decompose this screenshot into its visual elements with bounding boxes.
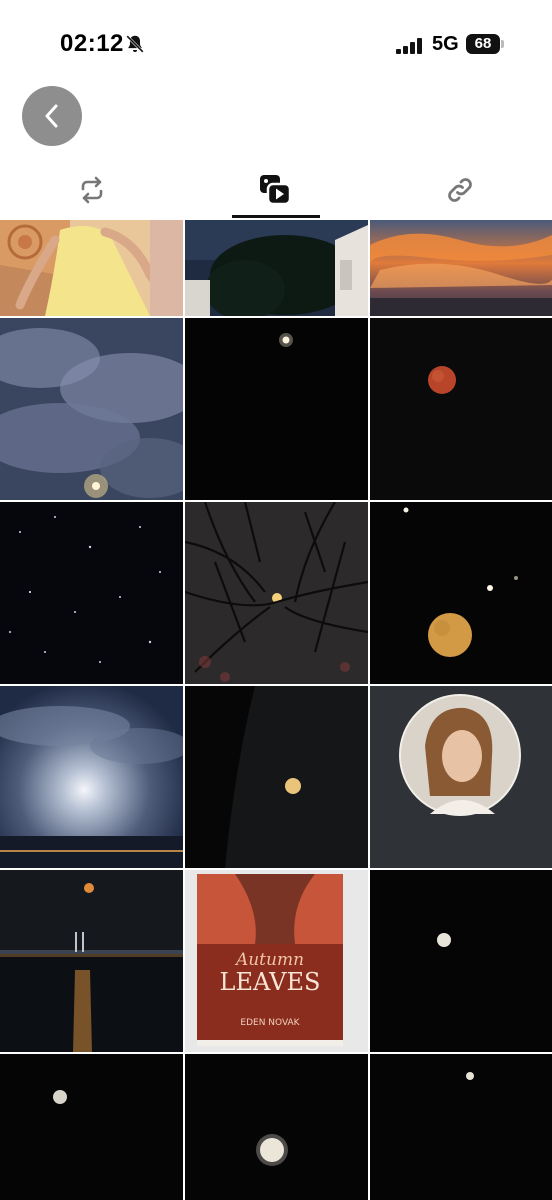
media-thumbnail-moon-over-water[interactable] bbox=[0, 870, 183, 1052]
status-bar: 02:12 5G 68 bbox=[0, 0, 552, 90]
media-thumbnail-book-cover[interactable]: Autumn LEAVES EDEN NOVAK bbox=[185, 870, 368, 1052]
media-grid: Autumn LEAVES EDEN NOVAK bbox=[0, 220, 552, 1200]
media-thumbnail-cloudy-moon[interactable] bbox=[0, 318, 183, 500]
media-thumbnail-blood-moon[interactable] bbox=[370, 318, 552, 500]
book-title-line2: LEAVES bbox=[220, 968, 321, 996]
media-thumbnail-half-moon-lights[interactable] bbox=[370, 502, 552, 684]
media-thumbnail-night-trees[interactable] bbox=[185, 220, 368, 316]
media-thumbnail-moon-dot[interactable] bbox=[370, 1054, 552, 1200]
media-thumbnail-moon-small-left[interactable] bbox=[0, 1054, 183, 1200]
media-thumbnail-starry-sky[interactable] bbox=[0, 502, 183, 684]
media-thumbnail-small-moon[interactable] bbox=[185, 318, 368, 500]
tab-reposts[interactable] bbox=[0, 160, 184, 220]
media-thumbnail-moonlit-clouds[interactable] bbox=[0, 686, 183, 868]
repost-icon bbox=[81, 176, 103, 204]
network-type: 5G bbox=[432, 33, 459, 55]
profile-tabs bbox=[0, 160, 552, 220]
signal-icon bbox=[396, 38, 422, 54]
battery-level: 68 bbox=[466, 34, 500, 54]
media-icon bbox=[260, 175, 292, 206]
back-button[interactable] bbox=[22, 86, 82, 146]
battery-indicator: 68 bbox=[466, 34, 506, 54]
status-time: 02:12 bbox=[60, 30, 124, 57]
tab-links[interactable] bbox=[368, 160, 552, 220]
active-tab-indicator bbox=[232, 215, 320, 218]
media-thumbnail-moon-branches[interactable] bbox=[185, 502, 368, 684]
link-icon bbox=[448, 178, 472, 202]
media-thumbnail-portrait[interactable] bbox=[370, 686, 552, 868]
media-thumbnail-palm-moon[interactable] bbox=[185, 686, 368, 868]
book-title-line1: Autumn bbox=[234, 950, 304, 970]
chevron-left-icon bbox=[45, 104, 58, 128]
media-thumbnail-sunset[interactable] bbox=[370, 220, 552, 316]
media-thumbnail-illustration[interactable] bbox=[0, 220, 183, 316]
bell-slash-icon bbox=[126, 35, 144, 53]
tab-media[interactable] bbox=[184, 160, 368, 220]
media-thumbnail-full-moon[interactable] bbox=[370, 870, 552, 1052]
media-thumbnail-moon-bright[interactable] bbox=[185, 1054, 368, 1200]
book-author: EDEN NOVAK bbox=[240, 1018, 300, 1028]
